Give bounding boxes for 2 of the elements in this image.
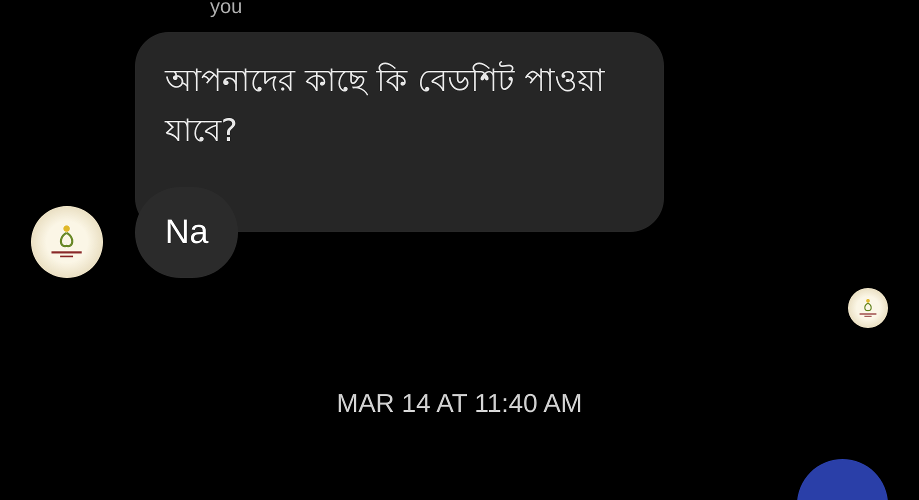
timestamp: MAR 14 AT 11:40 AM <box>336 388 584 419</box>
message-bubble: Na <box>135 187 238 278</box>
